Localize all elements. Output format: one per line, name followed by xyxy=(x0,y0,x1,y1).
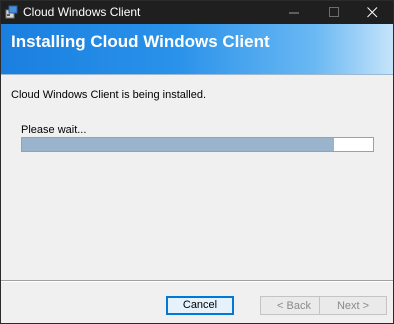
close-icon xyxy=(367,7,378,18)
header-banner: Installing Cloud Windows Client xyxy=(1,24,393,75)
window-title: Cloud Windows Client xyxy=(23,5,141,19)
back-button[interactable]: < Back xyxy=(260,296,328,315)
please-wait-label: Please wait... xyxy=(21,124,87,136)
maximize-button[interactable] xyxy=(315,1,355,24)
installer-window: Cloud Windows Client Installing Cloud Wi… xyxy=(0,0,394,324)
installer-app-icon xyxy=(5,5,19,19)
progress-fill xyxy=(22,138,335,151)
title-bar[interactable]: Cloud Windows Client xyxy=(1,1,393,24)
close-button[interactable] xyxy=(353,1,393,24)
install-progress-panel: Cloud Windows Client is being installed.… xyxy=(1,75,393,275)
footer-divider xyxy=(1,280,393,282)
banner-title: Installing Cloud Windows Client xyxy=(11,32,270,51)
maximize-icon xyxy=(329,7,339,17)
minimize-icon xyxy=(289,12,299,14)
next-button[interactable]: Next > xyxy=(319,296,387,315)
install-status-text: Cloud Windows Client is being installed. xyxy=(11,89,207,101)
cancel-button[interactable]: Cancel xyxy=(166,296,234,315)
install-progress-bar xyxy=(21,137,374,152)
minimize-button[interactable] xyxy=(275,1,315,24)
